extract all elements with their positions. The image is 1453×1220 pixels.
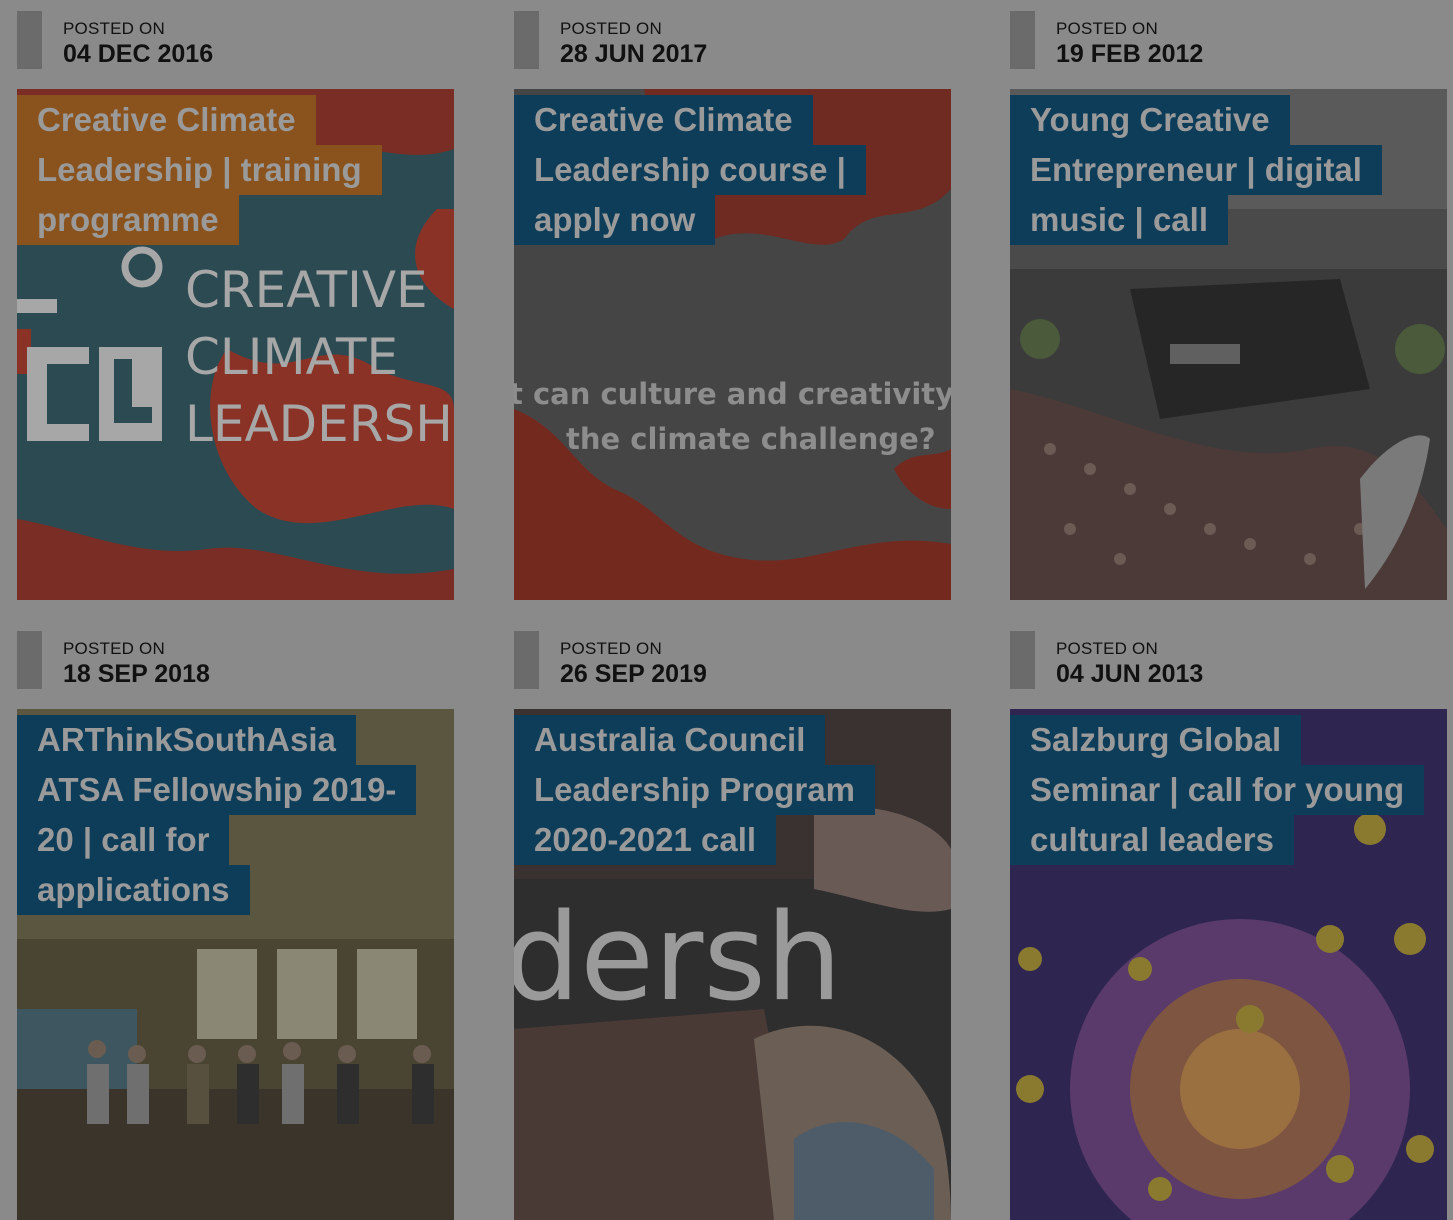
post-title-line[interactable]: Entrepreneur | digital [1010,145,1382,195]
post-title[interactable]: Creative Climate Leadership course | app… [514,95,934,245]
post-title[interactable]: Australia Council Leadership Program 202… [514,715,934,865]
post-date-value: 04 JUN 2013 [1056,660,1204,688]
post-thumbnail-link[interactable]: Young Creative Entrepreneur | digital mu… [1010,89,1447,600]
image-text-line: t can culture and creativity [514,377,951,411]
post-date: POSTED ON 26 SEP 2019 [514,631,951,691]
image-text-line: CLIMATE [185,328,398,386]
post-thumbnail-link[interactable]: t can culture and creativity the climate… [514,89,951,600]
post-title-line[interactable]: Leadership course | [514,145,866,195]
post-date-value: 04 DEC 2016 [63,40,214,68]
post-title[interactable]: ARThinkSouthAsia ATSA Fellowship 2019- 2… [17,715,437,915]
post-title-line[interactable]: Leadership Program [514,765,875,815]
post-title[interactable]: Creative Climate Leadership | training p… [17,95,437,245]
image-text-line: CREATIVE [185,261,428,319]
post-date: POSTED ON 18 SEP 2018 [17,631,454,691]
post-title-line[interactable]: Creative Climate [17,95,316,145]
posted-on-label: POSTED ON [1056,639,1158,658]
post-title-line[interactable]: Seminar | call for young [1010,765,1425,815]
post-title-line[interactable]: Leadership | training [17,145,382,195]
image-text-line: LEADERSHI [185,395,454,453]
date-bar [17,631,42,689]
post-thumbnail-link[interactable]: ARThinkSouthAsia ATSA Fellowship 2019- 2… [17,709,454,1220]
date-bar [1010,11,1035,69]
post-title-line[interactable]: ATSA Fellowship 2019- [17,765,417,815]
post-date-value: 26 SEP 2019 [560,660,707,688]
post-title[interactable]: Young Creative Entrepreneur | digital mu… [1010,95,1430,245]
posted-on-label: POSTED ON [560,639,662,658]
post-title-line[interactable]: Australia Council [514,715,826,765]
post-title-line[interactable]: 2020-2021 call [514,815,777,865]
post-title-line[interactable]: ARThinkSouthAsia [17,715,356,765]
image-text-line: the climate challenge? [566,422,936,456]
posted-on-label: POSTED ON [63,639,165,658]
date-bar [1010,631,1035,689]
posted-on-label: POSTED ON [1056,19,1158,38]
date-bar [17,11,42,69]
date-bar [514,631,539,689]
posted-on-label: POSTED ON [560,19,662,38]
post-date: POSTED ON 28 JUN 2017 [514,11,951,71]
posted-on-label: POSTED ON [63,19,165,38]
post-title-line[interactable]: Creative Climate [514,95,813,145]
post-date-value: 18 SEP 2018 [63,660,210,688]
post-title-line[interactable]: Salzburg Global [1010,715,1302,765]
post-date-value: 19 FEB 2012 [1056,40,1204,68]
post-title-line[interactable]: applications [17,865,250,915]
post-title-line[interactable]: apply now [514,195,716,245]
image-text-line: dersh [514,889,842,1028]
post-title-line[interactable]: cultural leaders [1010,815,1294,865]
post-date-value: 28 JUN 2017 [560,40,708,68]
post-title-line[interactable]: 20 | call for [17,815,230,865]
post-thumbnail-link[interactable]: CREATIVE CLIMATE LEADERSHI Creative Clim… [17,89,454,600]
post-thumbnail-link[interactable]: dersh Australia Council Leadership Progr… [514,709,951,1220]
post-date: POSTED ON 04 DEC 2016 [17,11,454,71]
post-title[interactable]: Salzburg Global Seminar | call for young… [1010,715,1430,865]
post-title-line[interactable]: music | call [1010,195,1228,245]
post-title-line[interactable]: programme [17,195,239,245]
date-bar [514,11,539,69]
post-date: POSTED ON 04 JUN 2013 [1010,631,1447,691]
post-thumbnail-link[interactable]: Salzburg Global Seminar | call for young… [1010,709,1447,1220]
post-title-line[interactable]: Young Creative [1010,95,1290,145]
post-date: POSTED ON 19 FEB 2012 [1010,11,1447,71]
